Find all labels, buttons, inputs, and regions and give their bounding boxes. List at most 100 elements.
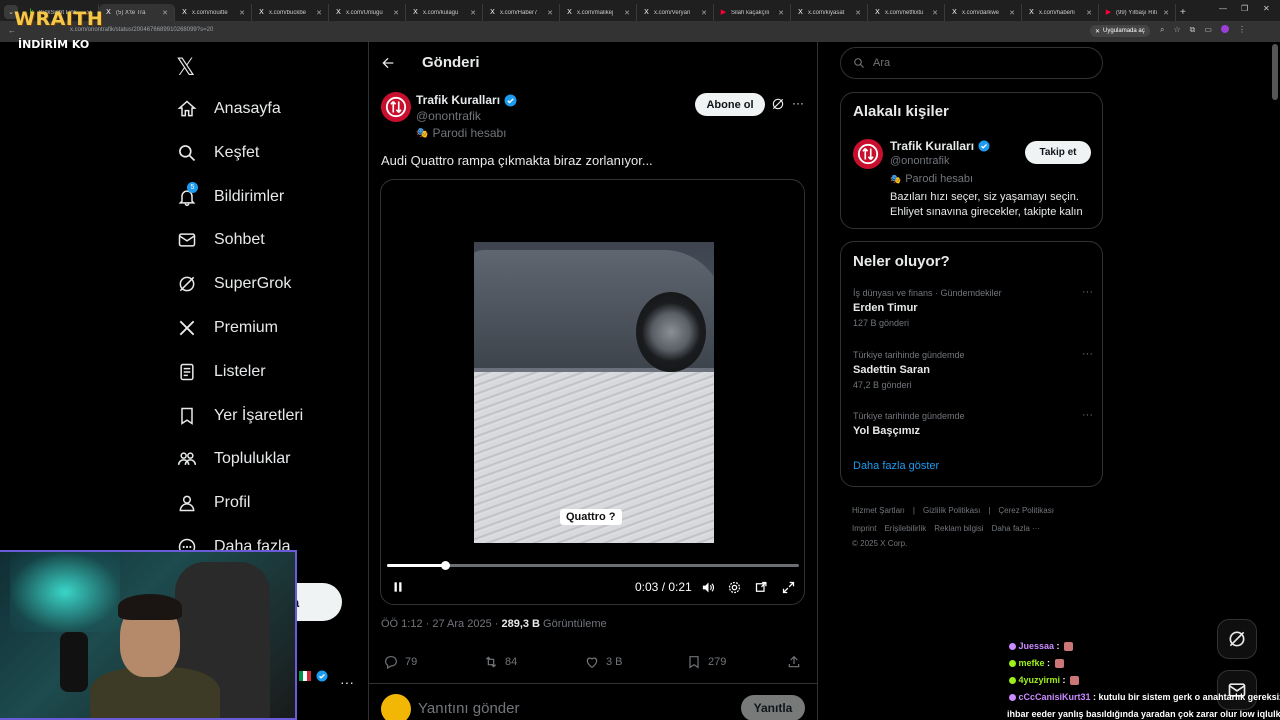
footer-link[interactable]: Gizlilik Politikası xyxy=(923,506,980,515)
tab-close-icon[interactable]: ✕ xyxy=(855,9,861,17)
pause-icon[interactable] xyxy=(391,580,405,594)
tab-close-icon[interactable]: ✕ xyxy=(239,9,245,17)
tab-close-icon[interactable]: ✕ xyxy=(1009,9,1015,17)
video-frame[interactable]: Quattro ? xyxy=(474,242,714,543)
nav-item-bookmark[interactable]: Yer İşaretleri xyxy=(176,401,303,431)
footer-link[interactable]: Reklam bilgisi xyxy=(934,524,983,533)
trend-item[interactable]: İş dünyası ve finans · Gündemdekiler Erde… xyxy=(853,286,1093,328)
nav-item-search[interactable]: Keşfet xyxy=(176,138,259,168)
nav-item-profile[interactable]: Profil xyxy=(176,488,250,518)
browser-tab[interactable]: Xx.com/nouitte ✕ xyxy=(175,4,252,21)
footer-link[interactable]: Daha fazla ··· xyxy=(992,524,1040,533)
menu-icon[interactable]: ⋮ xyxy=(1238,25,1246,35)
new-tab-button[interactable]: + xyxy=(1180,7,1186,18)
tab-close-icon[interactable]: ✕ xyxy=(470,9,476,17)
author-avatar[interactable] xyxy=(381,92,411,122)
tab-close-icon[interactable]: ✕ xyxy=(162,9,168,17)
close-window-button[interactable]: ✕ xyxy=(1263,4,1270,13)
tab-favicon-icon: X xyxy=(106,9,111,16)
nav-item-list[interactable]: Listeler xyxy=(176,357,266,387)
search-input[interactable]: Ara xyxy=(840,47,1103,79)
tab-close-icon[interactable]: ✕ xyxy=(393,9,399,17)
footer-link[interactable]: Imprint xyxy=(852,524,876,533)
page-scrollbar[interactable] xyxy=(1272,44,1278,100)
video-progress-bar[interactable] xyxy=(387,561,799,570)
nav-item-home[interactable]: Anasayfa xyxy=(176,94,281,124)
post-timestamp[interactable]: ÖÖ 1:12 · 27 Ara 2025 · xyxy=(381,618,501,630)
maximize-button[interactable]: ❐ xyxy=(1241,4,1248,13)
browser-tab[interactable]: Xx.com/Haber7 ✕ xyxy=(483,4,560,21)
browser-tab[interactable]: Xx.com/kiyasat ✕ xyxy=(791,4,868,21)
relevant-avatar[interactable] xyxy=(853,139,883,169)
browser-tab[interactable]: Xx.com/darkwe ✕ xyxy=(945,4,1022,21)
trend-more-icon[interactable]: ··· xyxy=(1082,409,1093,421)
trend-more-icon[interactable]: ··· xyxy=(1082,348,1093,360)
picture-in-picture-icon[interactable] xyxy=(754,580,769,595)
volume-icon[interactable] xyxy=(701,580,716,595)
tab-close-icon[interactable]: ✕ xyxy=(1163,9,1169,17)
nav-item-x[interactable]: Premium xyxy=(176,313,278,343)
footer-link[interactable]: Erişilebilirlik xyxy=(884,524,926,533)
zoom-icon[interactable]: ⌕ xyxy=(1160,25,1164,35)
browser-tab[interactable]: Xx.com/malikej ✕ xyxy=(560,4,637,21)
browser-tab[interactable]: Xx.com/Unlugu ✕ xyxy=(329,4,406,21)
trend-item[interactable]: Türkiye tarihinde gündemde Yol Başçımız ··… xyxy=(853,409,1093,441)
profile-avatar-icon[interactable] xyxy=(1220,25,1229,33)
bookmark-action[interactable]: 279 xyxy=(686,654,726,670)
like-action[interactable]: 3 B xyxy=(584,654,623,670)
video-player[interactable]: Quattro ? 0:03 / 0:21 xyxy=(380,179,805,605)
browser-tab[interactable]: Xx.com/Veryan ✕ xyxy=(637,4,714,21)
nav-item-bell[interactable]: 5 Bildirimler xyxy=(176,181,284,212)
author-handle[interactable]: @onontrafik xyxy=(416,109,481,123)
browser-tab[interactable]: Xx.com/buckbe ✕ xyxy=(252,4,329,21)
tab-title: x.com/haberli xyxy=(1039,9,1075,16)
share-action[interactable] xyxy=(786,654,802,670)
verified-icon xyxy=(316,670,328,682)
show-more-link[interactable]: Daha fazla göster xyxy=(853,460,939,472)
tab-title: x.com/kiyasat xyxy=(808,9,845,16)
nav-item-mail[interactable]: Sohbet xyxy=(176,225,265,255)
tab-close-icon[interactable]: ✕ xyxy=(1086,9,1092,17)
repost-action[interactable]: 84 xyxy=(483,654,517,670)
footer-link[interactable]: Hizmet Şartları xyxy=(852,506,905,515)
subscribe-button[interactable]: Abone ol xyxy=(695,93,765,116)
relevant-handle[interactable]: @onontrafik xyxy=(890,155,949,167)
browser-tab[interactable]: X (5) X'te Tra ✕ xyxy=(99,4,175,21)
reply-action[interactable]: 79 xyxy=(383,654,417,670)
author-name-text: Trafik Kuralları xyxy=(416,93,501,107)
footer-link[interactable]: Çerez Politikası xyxy=(998,506,1054,515)
browser-tab[interactable]: ▶ Silah kaçakçılı ✕ xyxy=(714,4,791,21)
tab-close-icon[interactable]: ✕ xyxy=(547,9,553,17)
x-logo[interactable]: 𝕏 xyxy=(176,53,195,81)
cast-icon[interactable]: ▭ xyxy=(1204,25,1212,35)
nav-item-grok[interactable]: SuperGrok xyxy=(176,269,291,299)
nav-item-communities[interactable]: Topluluklar xyxy=(176,444,290,474)
follow-button[interactable]: Takip et xyxy=(1025,141,1091,164)
video-progress-knob[interactable] xyxy=(440,561,450,570)
browser-tab[interactable]: Xx.com/kulagu ✕ xyxy=(406,4,483,21)
tab-close-icon[interactable]: ✕ xyxy=(932,9,938,17)
author-name[interactable]: Trafik Kuralları xyxy=(416,93,517,107)
browser-tab[interactable]: Xx.com/netflixtu ✕ xyxy=(868,4,945,21)
tab-close-icon[interactable]: ✕ xyxy=(624,9,630,17)
relevant-name[interactable]: Trafik Kuralları xyxy=(890,139,990,153)
account-more-icon[interactable]: ··· xyxy=(340,674,354,690)
star-icon[interactable]: ☆ xyxy=(1173,25,1180,35)
browser-tab[interactable]: ▶ (99) Yılbaşı Riti ✕ xyxy=(1099,4,1176,21)
tab-close-icon[interactable]: ✕ xyxy=(701,9,707,17)
browser-tab[interactable]: Xx.com/haberli ✕ xyxy=(1022,4,1099,21)
back-arrow-icon[interactable] xyxy=(380,55,396,71)
open-in-app-button[interactable]: ✕ Uygulamada aç xyxy=(1090,25,1150,37)
tab-close-icon[interactable]: ✕ xyxy=(778,9,784,17)
minimize-button[interactable]: — xyxy=(1219,4,1227,13)
trend-more-icon[interactable]: ··· xyxy=(1082,286,1093,298)
fullscreen-icon[interactable] xyxy=(781,580,796,595)
tab-close-icon[interactable]: ✕ xyxy=(316,9,322,17)
reply-input[interactable]: Yanıtını gönder xyxy=(418,700,519,717)
extensions-icon[interactable]: ⧉ xyxy=(1190,25,1196,35)
more-options-icon[interactable]: ··· xyxy=(792,96,804,110)
trend-item[interactable]: Türkiye tarihinde gündemde Sadettin Saran… xyxy=(853,348,1093,390)
reply-button[interactable]: Yanıtla xyxy=(741,695,805,720)
settings-icon[interactable] xyxy=(727,580,742,595)
grok-icon[interactable] xyxy=(771,97,785,111)
